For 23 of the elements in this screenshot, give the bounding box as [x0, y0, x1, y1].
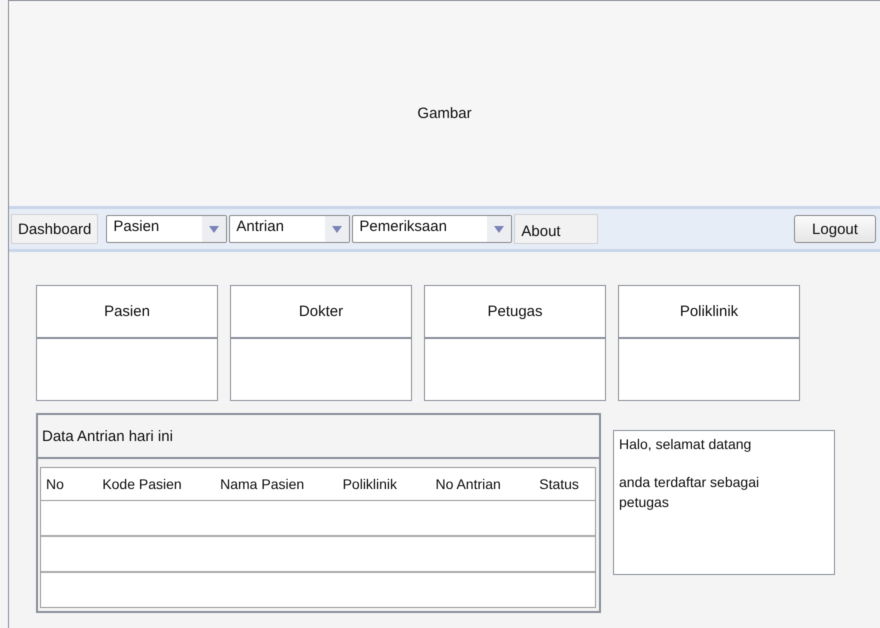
caret-icon — [209, 226, 220, 232]
card-title: Petugas — [487, 303, 543, 320]
column-header: Kode Pasien — [102, 476, 182, 492]
logout-button[interactable]: Logout — [794, 215, 876, 243]
caret-icon — [494, 226, 504, 232]
card-title: Poliklinik — [680, 303, 738, 320]
nav-tab[interactable]: About — [514, 214, 598, 244]
nav-link[interactable]: Dashboard — [11, 214, 98, 244]
column-header: No Antrian — [435, 476, 501, 492]
column-header: Status — [539, 476, 579, 492]
welcome-text: Halo, selamat datang — [619, 435, 752, 454]
nav-dropdown[interactable]: Pemeriksaan — [352, 215, 512, 243]
card-title: Dokter — [298, 303, 344, 320]
panel-title: Data Antrian hari ini — [42, 428, 173, 444]
nav-dropdown[interactable]: Antrian — [229, 215, 350, 243]
card-title: Pasien — [104, 303, 150, 320]
column-header: No — [46, 476, 64, 492]
column-header: Poliklinik — [342, 476, 398, 492]
column-header: Nama Pasien — [220, 476, 304, 492]
welcome-text: anda terdaftar sebagai petugas — [619, 473, 760, 512]
image-label: Gambar — [417, 105, 472, 122]
nav-dropdown[interactable]: Pasien — [106, 215, 228, 243]
caret-icon — [332, 226, 342, 232]
